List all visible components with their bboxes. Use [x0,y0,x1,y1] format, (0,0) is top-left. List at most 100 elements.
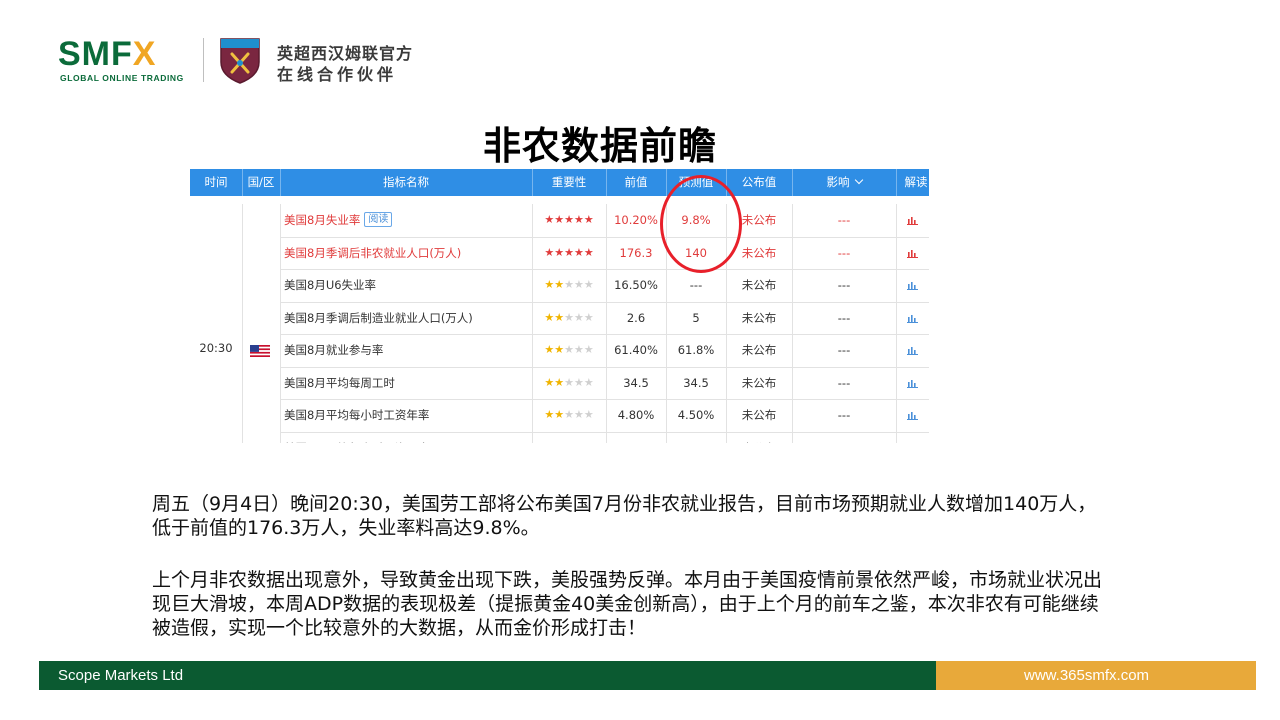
economic-calendar-table: 时间 国/区 指标名称 重要性 前值 预测值 公布值 影响 解读 20:30 美… [190,169,929,443]
read-badge-button[interactable]: 阅读 [364,212,393,227]
col-header-previous: 前值 [624,175,648,189]
star-icon: ★ [573,245,584,259]
star-icon: ★ [544,375,555,389]
star-icon: ★ [554,213,565,226]
importance-stars: ★★★★★ [532,399,606,431]
table-row[interactable]: 美国8月季调后非农就业人口(万人) ★★★★★ 176.3 140 未公布 --- [190,237,929,269]
star-icon: ★ [583,408,594,421]
star-icon: ★ [554,441,564,444]
bar-chart-icon[interactable] [907,281,918,290]
analysis-chart-icon-cell[interactable] [896,432,929,444]
footer-url[interactable]: www.365smfx.com [1024,661,1149,690]
star-icon: ★ [573,278,584,291]
star-icon: ★ [564,213,574,226]
forecast-highlight-circle [660,175,742,273]
col-header-impact[interactable]: 影响 [792,169,896,196]
previous-value: 34.5 [623,375,649,390]
actual-value: 未公布 [741,310,777,325]
star-icon: ★ [544,278,555,291]
actual-value: 未公布 [741,278,777,292]
previous-value: 10.20% [614,213,658,227]
star-icon: ★ [573,408,584,421]
impact-value: --- [837,343,851,357]
paragraph-summary: 周五（9月4日）晚间20:30，美国劳工部将公布美国7月份非农就业报告，目前市场… [152,493,1097,539]
star-icon: ★ [564,310,574,324]
analysis-chart-icon-cell[interactable] [896,334,929,366]
bar-chart-icon[interactable] [907,314,918,323]
impact-value: --- [837,310,851,325]
star-icon: ★ [554,408,565,421]
bar-chart-icon[interactable] [907,379,918,388]
indicator-name: 美国8月失业率 [284,213,361,227]
previous-value: 0.20% [606,432,666,444]
star-icon: ★ [584,441,594,444]
star-icon: ★ [583,343,594,356]
indicator-name: 美国8月就业参与率 [284,343,384,357]
impact-value: --- [837,375,851,390]
actual-value: 未公布 [741,343,777,357]
footer-company: Scope Markets Ltd [58,667,184,684]
analysis-chart-icon-cell[interactable] [896,269,929,301]
chevron-down-icon [854,175,863,185]
indicator-name-cell: 美国8月平均每周工时 [280,367,532,399]
impact-value: --- [837,213,851,227]
importance-stars: ★★★★★ [532,269,606,301]
table-row[interactable]: 美国8月平均每小时工资月率★★★★★0.20%0.00%未公布--- [190,432,929,444]
previous-value: 176.3 [619,245,653,260]
footer-bar-right: www.365smfx.com [936,661,1256,690]
table-row[interactable]: 美国8月就业参与率 ★★★★★ 61.40% 61.8% 未公布 --- [190,334,929,366]
impact-value: --- [837,408,851,422]
star-icon: ★ [564,278,574,291]
indicator-name: 美国8月平均每小时工资月率 [284,441,429,444]
star-icon: ★ [583,310,594,324]
table-header: 时间 国/区 指标名称 重要性 前值 预测值 公布值 影响 解读 [190,169,929,196]
impact-value: --- [792,432,896,444]
importance-stars: ★★★★★ [532,302,606,334]
forecast-value: 4.50% [677,408,715,422]
impact-value: --- [837,278,851,292]
partner-line-2: 在线合作伙伴 [277,65,398,84]
col-header-time: 时间 [204,175,228,189]
table-row[interactable]: 美国8月平均每周工时 ★★★★★ 34.5 34.5 未公布 --- [190,367,929,399]
bar-chart-icon[interactable] [907,249,918,258]
paragraph-analysis: 上个月非农数据出现意外，导致黄金出现下跌，美股强势反弹。本月由于美国疫情前景依然… [152,569,1103,639]
indicator-name-cell: 美国8月失业率 阅读 [280,204,532,236]
impact-value: --- [837,245,851,260]
star-icon: ★ [554,375,565,389]
importance-stars: ★★★★★ [532,367,606,399]
analysis-chart-icon-cell[interactable] [896,367,929,399]
table-row[interactable]: 美国8月季调后制造业就业人口(万人) ★★★★★ 2.6 5 未公布 --- [190,302,929,334]
indicator-name-cell: 美国8月季调后非农就业人口(万人) [280,237,532,269]
bar-chart-icon[interactable] [907,346,918,355]
table-row[interactable]: 美国8月失业率 阅读 ★★★★★ 10.20% 9.8% 未公布 --- [190,204,929,236]
star-icon: ★ [544,408,555,421]
table-row[interactable]: 美国8月U6失业率 ★★★★★ 16.50% --- 未公布 --- [190,269,929,301]
footer-bar-left: Scope Markets Ltd [39,661,936,690]
forecast-value: 34.5 [683,375,709,390]
analysis-chart-icon-cell[interactable] [896,204,929,236]
table-body: 20:30 美国8月失业率 阅读 ★★★★★ 10.20% 9.8% 未公布 --- 美国8月… [190,204,929,443]
bar-chart-icon[interactable] [907,216,918,225]
importance-stars: ★★★★★ [532,237,606,269]
previous-value: 61.40% [614,343,658,357]
forecast-value: 0.00% [666,432,726,444]
smfx-logo: SMFX GLOBAL ONLINE TRADING [58,36,190,84]
smfx-logo-subtitle: GLOBAL ONLINE TRADING [60,73,184,83]
star-icon: ★ [573,375,584,389]
star-icon: ★ [544,213,555,226]
indicator-name: 美国8月平均每周工时 [284,375,395,390]
previous-value: 16.50% [614,278,658,292]
star-icon: ★ [544,441,554,444]
analysis-chart-icon-cell[interactable] [896,237,929,269]
table-row[interactable]: 美国8月平均每小时工资年率 ★★★★★ 4.80% 4.50% 未公布 --- [190,399,929,431]
actual-value: 未公布 [726,432,792,444]
star-icon: ★ [583,245,594,259]
indicator-name-cell: 美国8月就业参与率 [280,334,532,366]
bar-chart-icon[interactable] [907,411,918,420]
star-icon: ★ [544,310,555,324]
star-icon: ★ [564,408,574,421]
analysis-chart-icon-cell[interactable] [896,302,929,334]
importance-stars: ★★★★★ [532,204,606,236]
analysis-chart-icon-cell[interactable] [896,399,929,431]
star-icon: ★ [574,441,584,444]
